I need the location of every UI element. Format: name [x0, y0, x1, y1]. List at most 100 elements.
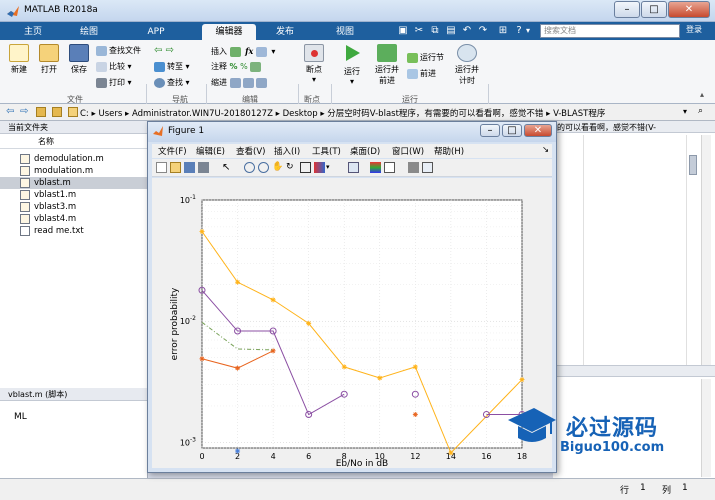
help-icon[interactable]: ? — [512, 25, 526, 37]
hide-plot-tools-icon[interactable] — [408, 162, 419, 173]
minimize-button[interactable]: – — [614, 1, 640, 18]
figure-maximize-button[interactable]: □ — [502, 124, 522, 137]
zoom-in-icon[interactable] — [244, 162, 255, 173]
parent-folder-icon[interactable] — [36, 107, 46, 117]
menu-tools[interactable]: 工具(T) — [312, 145, 341, 157]
run-button[interactable]: 运行 ▾ — [337, 44, 367, 86]
menu-file[interactable]: 文件(F) — [158, 145, 187, 157]
save-icon[interactable]: ▣ — [396, 25, 410, 37]
editor-tab-label[interactable]: 的可以看看啊，感觉不错(V- — [557, 122, 656, 133]
data-cursor-icon[interactable] — [300, 162, 311, 173]
indent-button[interactable]: 缩进 — [211, 77, 269, 89]
paste-icon[interactable]: ▤ — [444, 25, 458, 37]
find-files-button[interactable]: 查找文件 — [96, 45, 141, 57]
new-button[interactable]: 新建 — [6, 44, 32, 75]
insert-function-icon — [255, 46, 267, 57]
save-figure-icon[interactable] — [184, 162, 195, 173]
browse-folder-icon[interactable] — [52, 107, 62, 117]
command-scrollbar[interactable] — [701, 379, 711, 477]
goto-button[interactable]: 转至 ▾ — [154, 61, 190, 73]
file-item[interactable]: vblast4.m — [0, 213, 148, 225]
close-button[interactable]: ✕ — [668, 1, 710, 18]
comment-toggle-icon: % — [240, 62, 248, 71]
undo-icon[interactable]: ↶ — [460, 25, 474, 37]
tab-apps[interactable]: APP — [128, 24, 184, 40]
menu-insert[interactable]: 插入(I) — [274, 145, 300, 157]
cut-icon[interactable]: ✂ — [412, 25, 426, 37]
save-button[interactable]: 保存 — [66, 44, 92, 75]
brush-icon[interactable] — [314, 162, 325, 173]
scrollbar-thumb[interactable] — [689, 155, 697, 175]
open-button[interactable]: 打开 — [36, 44, 62, 75]
error-probability-chart[interactable]: 0 2 4 6 8 10 12 14 16 1810-110-210-3 Eb/No in dB … — [152, 178, 552, 469]
menu-dock-icon[interactable]: ↘ — [542, 145, 549, 155]
advance-button[interactable]: 前进 — [407, 68, 436, 80]
legend-icon[interactable] — [384, 162, 395, 173]
file-item[interactable]: modulation.m — [0, 165, 148, 177]
run-section-button[interactable]: 运行节 — [407, 52, 444, 64]
pan-icon[interactable]: ✋ — [272, 162, 283, 173]
print-button[interactable]: 打印 ▾ — [96, 77, 132, 89]
run-and-advance-button[interactable]: 运行并 前进 — [372, 44, 402, 86]
wrap-comments-icon — [250, 61, 262, 72]
data-point-star — [199, 356, 205, 362]
figure-minimize-button[interactable]: – — [480, 124, 500, 137]
figure-canvas[interactable]: 0 2 4 6 8 10 12 14 16 18 10-1 10-2 10-3 Eb/No in dB … — [152, 178, 552, 469]
link-plot-icon[interactable] — [348, 162, 359, 173]
tab-plots[interactable]: 绘图 — [66, 24, 112, 40]
search-documentation-input[interactable]: 搜索文档 — [540, 24, 680, 38]
maximize-button[interactable]: □ — [641, 1, 667, 18]
percent-icon: % — [229, 62, 238, 71]
tab-home[interactable]: 主页 — [10, 24, 56, 40]
file-item[interactable]: vblast3.m — [0, 201, 148, 213]
find-files-icon — [96, 45, 107, 56]
collapse-ribbon-icon[interactable]: ▴ — [700, 90, 704, 99]
sign-in-link[interactable]: 登录 — [686, 24, 702, 35]
open-file-icon[interactable] — [170, 162, 181, 173]
address-bar: ⇦ ⇨ C: ▸ Users ▸ Administrator.WIN7U-201… — [0, 104, 715, 121]
print-figure-icon[interactable] — [198, 162, 209, 173]
compare-button[interactable]: 比较 ▾ — [96, 61, 132, 73]
show-plot-tools-icon[interactable] — [422, 162, 433, 173]
tab-publish[interactable]: 发布 — [262, 24, 308, 40]
file-item-selected[interactable]: vblast.m — [0, 177, 148, 189]
rotate-icon[interactable]: ↻ — [286, 162, 297, 173]
run-and-time-button[interactable]: 运行并 计时 — [452, 44, 482, 86]
file-item[interactable]: vblast1.m — [0, 189, 148, 201]
figure-window[interactable]: Figure 1 – □ ✕ 文件(F) 编辑(E) 查看(V) 插入(I) 工… — [147, 121, 557, 473]
scrollbar-track[interactable] — [701, 135, 711, 365]
copy-icon[interactable]: ⧉ — [428, 25, 442, 37]
file-item[interactable]: demodulation.m — [0, 153, 148, 165]
figure-close-button[interactable]: ✕ — [524, 124, 552, 137]
menu-window[interactable]: 窗口(W) — [392, 145, 424, 157]
ribbon-menu-icon[interactable]: ▾ — [526, 26, 530, 35]
colorbar-icon[interactable] — [370, 162, 381, 173]
m-file-icon — [20, 166, 30, 176]
redo-icon[interactable]: ↷ — [476, 25, 490, 37]
menu-help[interactable]: 帮助(H) — [434, 145, 464, 157]
tab-editor[interactable]: 编辑器 — [202, 24, 256, 40]
menu-desktop[interactable]: 桌面(D) — [350, 145, 380, 157]
back-forward-icon[interactable]: ⇦ ⇨ — [154, 45, 174, 57]
forward-icon[interactable]: ⇨ — [20, 106, 28, 117]
right-margin-line — [686, 135, 687, 365]
search-folder-icon[interactable]: ⌕ — [698, 106, 703, 116]
brush-dropdown-icon[interactable]: ▾ — [326, 162, 337, 173]
menu-view[interactable]: 查看(V) — [236, 145, 265, 157]
new-figure-icon[interactable] — [156, 162, 167, 173]
insert-button[interactable]: 插入 fx ▾ — [211, 45, 275, 57]
switch-windows-icon[interactable]: ⊞ — [496, 25, 510, 37]
pointer-icon[interactable]: ↖ — [222, 162, 233, 173]
back-icon[interactable]: ⇦ — [6, 106, 14, 117]
find-button[interactable]: 查找 ▾ — [154, 77, 190, 89]
zoom-out-icon[interactable] — [258, 162, 269, 173]
tab-view[interactable]: 视图 — [322, 24, 368, 40]
address-dropdown-icon[interactable]: ▾ — [683, 107, 687, 116]
menu-edit[interactable]: 编辑(E) — [196, 145, 225, 157]
breadcrumb[interactable]: C: ▸ Users ▸ Administrator.WIN7U-2018012… — [80, 107, 605, 119]
breakpoints-button[interactable]: 断点 ▾ — [301, 44, 327, 84]
file-item[interactable]: read me.txt — [0, 225, 148, 237]
comment-button[interactable]: 注释 % % — [211, 61, 263, 73]
name-column-header[interactable]: 名称 — [0, 135, 148, 149]
drive-icon[interactable] — [68, 107, 78, 117]
